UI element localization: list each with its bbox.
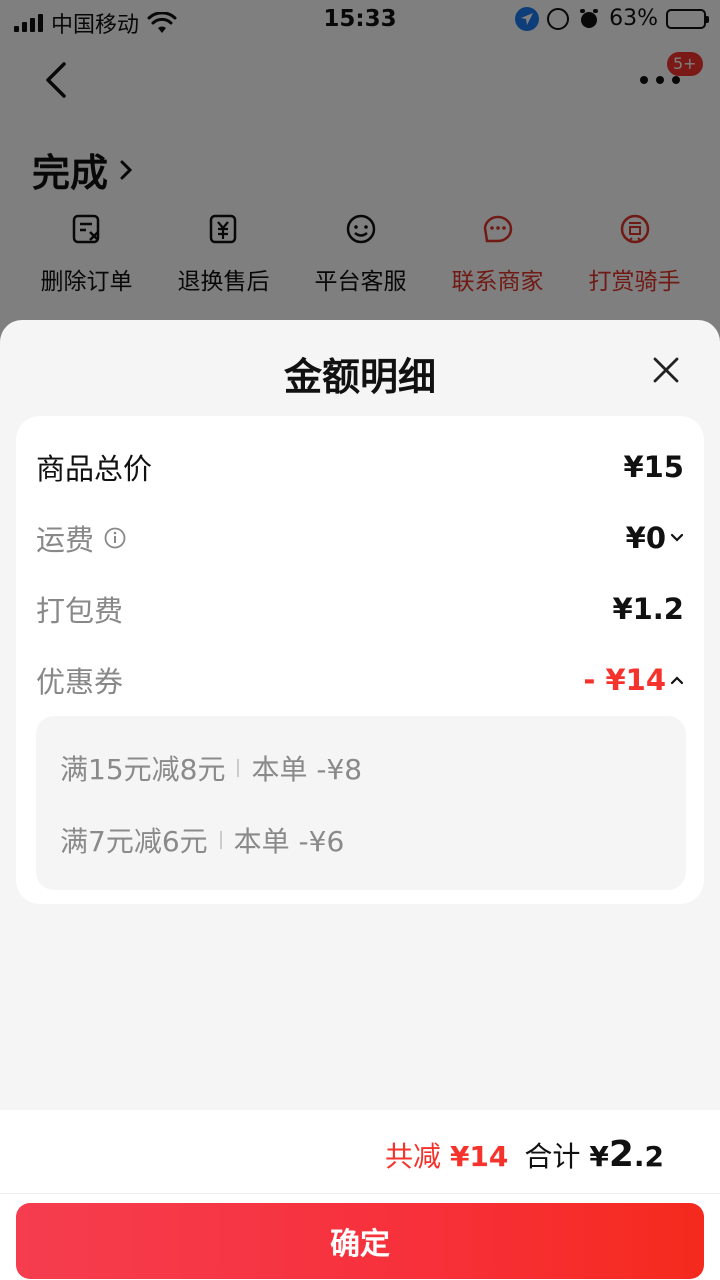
shipping-label-group: 运费 xyxy=(36,517,126,559)
sheet-title: 金额明细 xyxy=(283,355,436,399)
coupon-rule: 满15元减8元 xyxy=(60,753,226,786)
button-bar: 确定 xyxy=(0,1194,720,1280)
packing-label: 打包费 xyxy=(36,594,124,628)
coupon-rule: 满7元减6元 xyxy=(60,825,208,858)
info-icon[interactable] xyxy=(104,527,126,549)
total-currency: ¥ xyxy=(589,1140,609,1173)
divider xyxy=(237,759,240,777)
packing-row: 打包费 ¥1.2 xyxy=(36,584,684,634)
amount-detail-sheet: 金额明细 商品总价 ¥15 运费 ¥0 打包费 ¥1.2 优惠券 - ¥14 满… xyxy=(0,320,720,1280)
goods-total-value: ¥15 xyxy=(623,450,684,484)
coupon-list: 满15元减8元 本单 -¥8 满7元减6元 本单 -¥6 xyxy=(36,716,686,890)
coupon-value: - ¥14 xyxy=(583,663,666,697)
confirm-button[interactable]: 确定 xyxy=(16,1203,704,1279)
total-label: 合计 xyxy=(524,1140,581,1173)
coupon-row[interactable]: 优惠券 - ¥14 xyxy=(36,655,684,705)
total-bar: 共减 ¥14 合计 ¥2.2 xyxy=(0,1110,720,1194)
chevron-down-icon xyxy=(670,533,684,542)
total-reduce-label: 共减 xyxy=(385,1140,442,1173)
total-reduce-value: ¥14 xyxy=(449,1140,509,1173)
coupon-deduction: 本单 -¥8 xyxy=(251,753,363,786)
close-icon[interactable] xyxy=(646,350,686,390)
coupon-value-group: - ¥14 xyxy=(583,663,684,697)
shipping-row[interactable]: 运费 ¥0 xyxy=(36,513,684,563)
goods-total-label: 商品总价 xyxy=(36,452,153,486)
shipping-value-group: ¥0 xyxy=(626,521,684,555)
coupon-label: 优惠券 xyxy=(36,665,124,699)
shipping-value: ¥0 xyxy=(625,521,666,555)
coupon-item: 满15元减8元 本单 -¥8 xyxy=(60,748,362,788)
divider xyxy=(219,831,222,849)
goods-total-row: 商品总价 ¥15 xyxy=(36,442,684,492)
shipping-label: 运费 xyxy=(36,523,95,557)
coupon-deduction: 本单 -¥6 xyxy=(233,825,345,858)
coupon-item: 满7元减6元 本单 -¥6 xyxy=(60,820,344,860)
total-reduce: 共减 ¥14 xyxy=(385,1135,508,1175)
total-dec: .2 xyxy=(633,1140,664,1173)
chevron-up-icon xyxy=(670,676,684,685)
total-int: 2 xyxy=(608,1134,634,1175)
packing-value: ¥1.2 xyxy=(612,592,684,626)
amount-card: 商品总价 ¥15 运费 ¥0 打包费 ¥1.2 优惠券 - ¥14 满15元减8… xyxy=(16,416,704,904)
total-sum: 合计 ¥2.2 xyxy=(524,1134,664,1175)
